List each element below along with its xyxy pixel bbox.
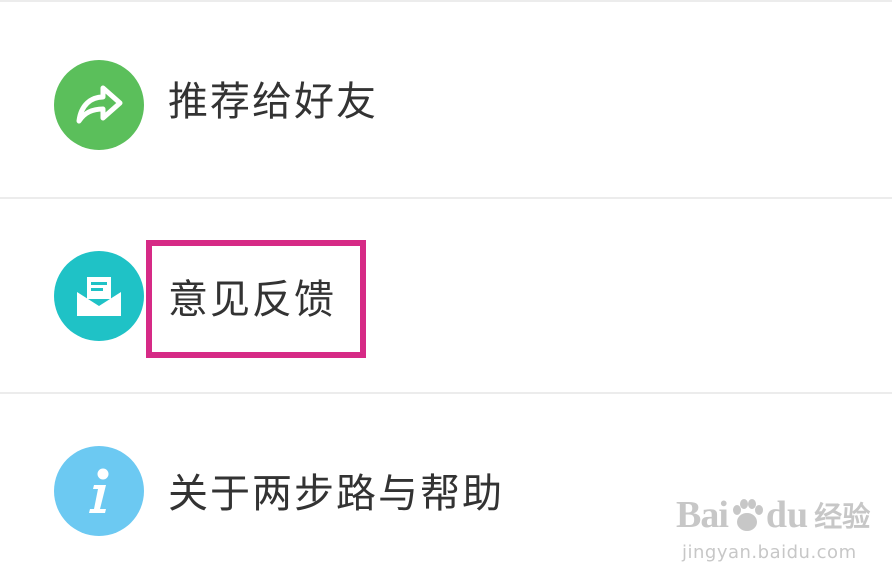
watermark-du-text: du — [765, 494, 809, 536]
watermark-logo: Bai du 经验 — [676, 492, 876, 538]
menu-item-feedback[interactable]: 意见反馈 — [0, 199, 892, 393]
menu-item-label: 关于两步路与帮助 — [168, 471, 504, 517]
menu-item-label: 意见反馈 — [168, 277, 336, 323]
menu-item-label: 推荐给好友 — [168, 79, 378, 125]
feedback-mail-icon — [54, 251, 144, 341]
watermark-jingyan-text: 经验 — [814, 500, 871, 533]
share-icon — [54, 60, 144, 150]
paw-icon — [732, 499, 763, 531]
menu-item-recommend-to-friend[interactable]: 推荐给好友 — [0, 4, 892, 198]
divider-top — [0, 0, 892, 2]
watermark-bai-text: Bai — [676, 494, 729, 536]
baidu-jingyan-watermark: Bai du 经验 jingyan.baidu.com — [676, 492, 876, 578]
watermark-url: jingyan.baidu.com — [682, 542, 857, 563]
info-icon — [54, 446, 144, 536]
